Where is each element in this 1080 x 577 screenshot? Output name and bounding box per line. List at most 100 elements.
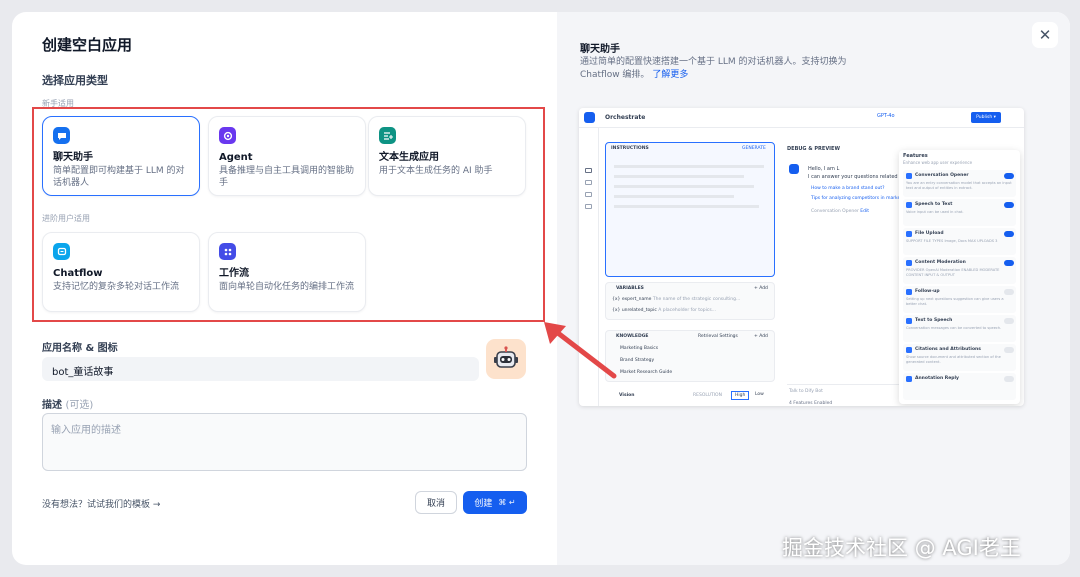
app-logo-icon — [584, 112, 595, 123]
app-name-input[interactable]: bot_童话故事 — [42, 357, 479, 381]
variables-add: + Add — [754, 286, 768, 291]
description-label: 描述 (可选) — [42, 396, 93, 411]
robot-icon — [494, 346, 518, 368]
preview-screenshot: Orchestrate GPT-4o Publish ▾ INSTRUCTION… — [579, 108, 1024, 406]
preview-description: 通过简单的配置快速搭建一个基于 LLM 的对话机器人。支持切换为 Chatflo… — [580, 56, 870, 82]
variable-desc: The name of the strategic consulting... — [652, 297, 741, 302]
preview-pane: 聊天助手 通过简单的配置快速搭建一个基于 LLM 的对话机器人。支持切换为 Ch… — [557, 12, 1070, 565]
shot-instructions: INSTRUCTIONS GENERATE — [605, 142, 775, 277]
opener-label: Conversation Opener — [811, 209, 859, 214]
annotation-arrow — [544, 322, 617, 379]
placeholder-line — [614, 165, 764, 168]
features-panel: Features Enhance web app user experience… — [899, 150, 1020, 404]
features-subtitle: Enhance web app user experience — [903, 160, 973, 165]
placeholder-line — [614, 175, 744, 178]
feature-row: Speech to Text Voice input can be used in… — [903, 199, 1016, 226]
feature-row: Follow-up Setting up next questions sugge… — [903, 286, 1016, 313]
shot-header-title: Orchestrate — [605, 114, 646, 121]
low-option: Low — [755, 392, 764, 397]
watermark: 掘金技术社区 @ AGI老王 — [782, 536, 1021, 560]
feature-name: Conversation Opener — [915, 173, 969, 178]
features-title: Features — [903, 153, 928, 159]
feature-name: Citations and Attributions — [915, 347, 981, 352]
cancel-button[interactable]: 取消 — [415, 491, 457, 514]
app-name-label: 应用名称 & 图标 — [42, 343, 118, 354]
feature-toggle — [1004, 347, 1014, 353]
close-button[interactable]: ✕ — [1032, 22, 1058, 48]
shot-variables: VARIABLES + Add {x} expert_name The name… — [605, 282, 775, 320]
features-enabled-tag: 4 Features Enabled — [789, 401, 833, 406]
feature-toggle — [1004, 231, 1014, 237]
feature-name: Speech to Text — [915, 202, 953, 207]
shot-publish-button: Publish ▾ — [971, 112, 1001, 123]
feature-icon — [906, 173, 912, 179]
chat-input: Talk to Dify Bot — [787, 384, 901, 398]
variable-row: {x} unrelated_topic A placeholder for to… — [612, 308, 716, 313]
bot-avatar-icon — [789, 164, 799, 174]
instructions-label: INSTRUCTIONS — [611, 146, 649, 151]
app-icon-picker[interactable] — [486, 339, 526, 379]
preview-desc-text: 通过简单的配置快速搭建一个基于 LLM 的对话机器人。支持切换为 Chatflo… — [580, 57, 847, 80]
retrieval-settings: Retrieval Settings — [698, 334, 738, 339]
feature-toggle — [1004, 173, 1014, 179]
optional-tag: (可选) — [65, 400, 94, 411]
opener-tag: Conversation Opener Edit — [811, 209, 869, 214]
create-form: 创建空白应用 选择应用类型 新手适用 聊天助手 简单配置即可构建基于 LLM 的… — [12, 12, 557, 565]
knowledge-add: + Add — [754, 334, 768, 339]
placeholder-line — [614, 205, 759, 208]
feature-icon — [906, 202, 912, 208]
feature-row: File Upload SUPPORT FILE TYPES Image, Doc… — [903, 228, 1016, 255]
app-type-section-title: 选择应用类型 — [42, 74, 108, 87]
variables-label: VARIABLES — [616, 286, 644, 291]
suggested-question: Tips for analyzing competitors in market — [811, 196, 903, 201]
create-app-dialog: 创建空白应用 选择应用类型 新手适用 聊天助手 简单配置即可构建基于 LLM 的… — [12, 12, 1070, 565]
feature-icon — [906, 347, 912, 353]
feature-name: Content Moderation — [915, 260, 966, 265]
description-textarea[interactable]: 输入应用的描述 — [42, 413, 527, 471]
variable-name: {x} expert_name — [612, 297, 652, 302]
placeholder-line — [614, 185, 754, 188]
nav-icon — [585, 192, 592, 197]
feature-toggle — [1004, 376, 1014, 382]
close-icon: ✕ — [1038, 26, 1052, 44]
nav-icon — [585, 180, 592, 185]
nav-icon — [585, 168, 592, 173]
shot-model: GPT-4o — [877, 113, 895, 119]
knowledge-doc: Marketing Basics — [620, 346, 659, 351]
shot-header: Orchestrate GPT-4o Publish ▾ — [579, 108, 1024, 128]
shortcut-hint: ⌘ ↵ — [498, 498, 516, 507]
feature-row: Text to Speech Conversation messages can … — [903, 315, 1016, 342]
shot-knowledge: KNOWLEDGE Retrieval Settings + Add Marke… — [605, 330, 775, 382]
feature-toggle — [1004, 289, 1014, 295]
create-button[interactable]: 创建 ⌘ ↵ — [463, 491, 527, 514]
opener-edit: Edit — [860, 209, 869, 214]
feature-row: Conversation Opener You are an entry conv… — [903, 170, 1016, 197]
feature-toggle — [1004, 202, 1014, 208]
feature-desc: Voice input can be used in chat. — [906, 210, 964, 214]
feature-desc: PROVIDER OpenAI Moderation ENABLED MODER… — [906, 268, 1000, 277]
feature-desc: Setting up next questions suggestion can… — [906, 297, 1004, 306]
feature-name: Follow-up — [915, 289, 940, 294]
preview-title: 聊天助手 — [580, 44, 620, 55]
feature-name: Annotation Reply — [915, 376, 959, 381]
shot-vision: Vision RESOLUTION High Low — [605, 390, 775, 403]
dialog-title: 创建空白应用 — [42, 36, 133, 54]
high-option: High — [731, 391, 750, 400]
feature-toggle — [1004, 260, 1014, 266]
feature-desc: Conversation messages can be converted t… — [906, 326, 1002, 330]
feature-row: Annotation Reply — [903, 373, 1016, 400]
feature-icon — [906, 260, 912, 266]
feature-icon — [906, 231, 912, 237]
feature-row: Content Moderation PROVIDER OpenAI Modera… — [903, 257, 1016, 284]
knowledge-doc: Brand Strategy — [620, 358, 655, 363]
feature-icon — [906, 376, 912, 382]
variable-desc: A placeholder for topics... — [658, 308, 716, 313]
resolution-label: RESOLUTION — [693, 393, 722, 398]
variable-row: {x} expert_name The name of the strategi… — [612, 297, 740, 302]
vision-label: Vision — [619, 393, 635, 398]
debug-preview-label: DEBUG & PREVIEW — [787, 146, 840, 152]
try-templates-link[interactable]: 没有想法？试试我们的模板 → — [42, 497, 160, 510]
feature-toggle — [1004, 318, 1014, 324]
learn-more-link[interactable]: 了解更多 — [652, 70, 688, 80]
feature-desc: SUPPORT FILE TYPES Image, Docs MAX UPLOA… — [906, 239, 998, 243]
